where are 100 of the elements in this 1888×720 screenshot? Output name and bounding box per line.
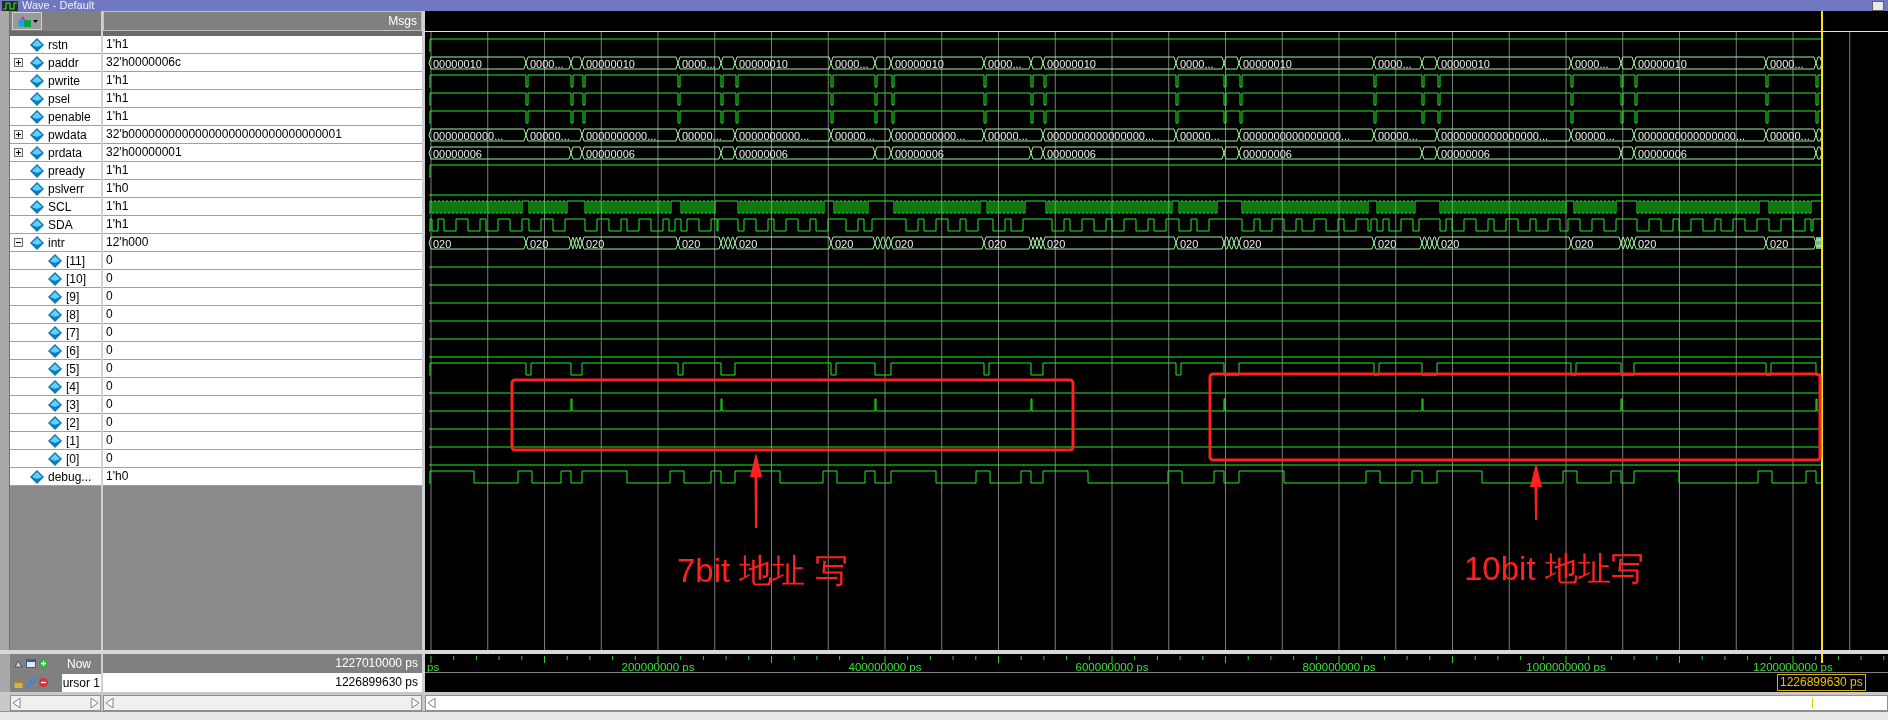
column-header: Msgs [103,11,422,31]
horizontal-scrollbar[interactable] [425,695,1888,711]
list-row[interactable]: [11] [10,252,101,270]
lock-icon[interactable] [14,677,23,688]
bus-value: 0000... [1575,57,1609,70]
signal-value: 0 [103,252,422,270]
expand-icon[interactable] [14,130,23,139]
signal-value: 0 [103,360,422,378]
horizontal-scrollbar[interactable] [103,695,422,711]
list-row[interactable]: rstn [10,36,101,54]
signal-name: [5] [66,361,80,376]
minimize-button[interactable] [1872,0,1884,11]
signal-name: intr [48,235,65,250]
wave-menu-button[interactable] [12,12,42,30]
list-row[interactable]: SDA [10,216,101,234]
list-row[interactable]: penable [10,108,101,126]
signal-name: pready [48,163,85,178]
signal-name: pwrite [48,73,80,88]
add-icon[interactable] [39,659,48,668]
list-row[interactable]: pslverr [10,180,101,198]
list-row[interactable]: [3] [10,396,101,414]
signal-name: [1] [66,433,80,448]
diamond-icon [30,127,44,142]
bus-value: 0000... [530,57,564,70]
waveform-icon [2,0,18,11]
caret-icon [33,19,38,23]
list-row[interactable]: intr [10,234,101,252]
signal-value: 0 [103,306,422,324]
list-row[interactable]: SCL [10,198,101,216]
scroll-left-icon[interactable] [428,698,436,708]
list-row[interactable]: [0] [10,450,101,468]
list-row[interactable]: [7] [10,324,101,342]
diamond-icon [30,469,44,484]
horizontal-scrollbar[interactable] [10,695,101,711]
signal-name: [0] [66,451,80,466]
diamond-icon [48,253,62,268]
bus-value: 00000... [530,129,570,142]
list-row[interactable]: debug... [10,468,101,486]
list-row[interactable]: [9] [10,288,101,306]
bus-value: 0000000000... [586,129,657,142]
window-icon[interactable] [26,659,36,668]
list-row[interactable]: [2] [10,414,101,432]
list-row[interactable]: [5] [10,360,101,378]
signal-name: SDA [48,217,73,232]
signal-name: [6] [66,343,80,358]
time-label: 200000000 ps [621,661,695,673]
bus-value: 020 [835,237,854,250]
list-row[interactable]: [4] [10,378,101,396]
list-row[interactable]: [6] [10,342,101,360]
scroll-right-icon[interactable] [411,698,419,708]
bus-value: 00000... [1180,129,1220,142]
bus-value: 020 [1770,237,1789,250]
diamond-icon [30,37,44,52]
scroll-right-icon[interactable] [90,698,98,708]
diamond-icon [30,91,44,106]
time-label: ps [427,661,440,673]
diamond-icon [30,199,44,214]
bus-value: 00000010 [739,57,788,70]
expand-icon[interactable] [14,58,23,67]
bus-value: 0000... [988,57,1022,70]
diamond-icon [48,289,62,304]
signal-value: 0 [103,414,422,432]
list-row[interactable]: paddr [10,54,101,72]
diamond-icon [48,415,62,430]
cursor-line[interactable] [1821,654,1823,664]
remove-icon[interactable] [39,678,48,687]
bus-value: 020 [1378,237,1397,250]
now-time: 1227010000 ps [103,654,422,673]
diamond-icon [48,397,62,412]
signal-value: 32'b00000000000000000000000000000001 [103,126,422,144]
list-row[interactable]: [1] [10,432,101,450]
bus-value: 0000... [682,57,716,70]
list-row[interactable]: pwrite [10,72,101,90]
bus-value: 00000... [1770,129,1810,142]
list-row[interactable]: psel [10,90,101,108]
signal-value: 1'h1 [103,90,422,108]
cursor-time-flag[interactable]: 1226899630 ps [1777,674,1866,691]
time-label: 1200000000 ps [1753,661,1833,673]
diamond-icon [48,325,62,340]
bus-value: 0000... [1770,57,1804,70]
list-row[interactable]: prdata [10,144,101,162]
diamond-icon [48,307,62,322]
time-label: 400000000 ps [848,661,922,673]
signal-value: 0 [103,378,422,396]
scroll-left-icon[interactable] [13,698,21,708]
bus-value: 00000010 [1638,57,1687,70]
signal-value: 1'h1 [103,216,422,234]
diamond-icon [30,55,44,70]
bus-value: 020 [988,237,1007,250]
annotation-text: 7bit 地址 写 [677,552,848,589]
list-row[interactable]: [8] [10,306,101,324]
expand-icon[interactable] [14,148,23,157]
list-row[interactable]: pready [10,162,101,180]
signal-value: 1'h0 [103,468,422,486]
collapse-icon[interactable] [14,238,23,247]
scroll-left-icon[interactable] [106,698,114,708]
list-row[interactable]: pwdata [10,126,101,144]
diamond-icon [48,379,62,394]
list-row[interactable]: [10] [10,270,101,288]
bus-value: 020 [1638,237,1657,250]
